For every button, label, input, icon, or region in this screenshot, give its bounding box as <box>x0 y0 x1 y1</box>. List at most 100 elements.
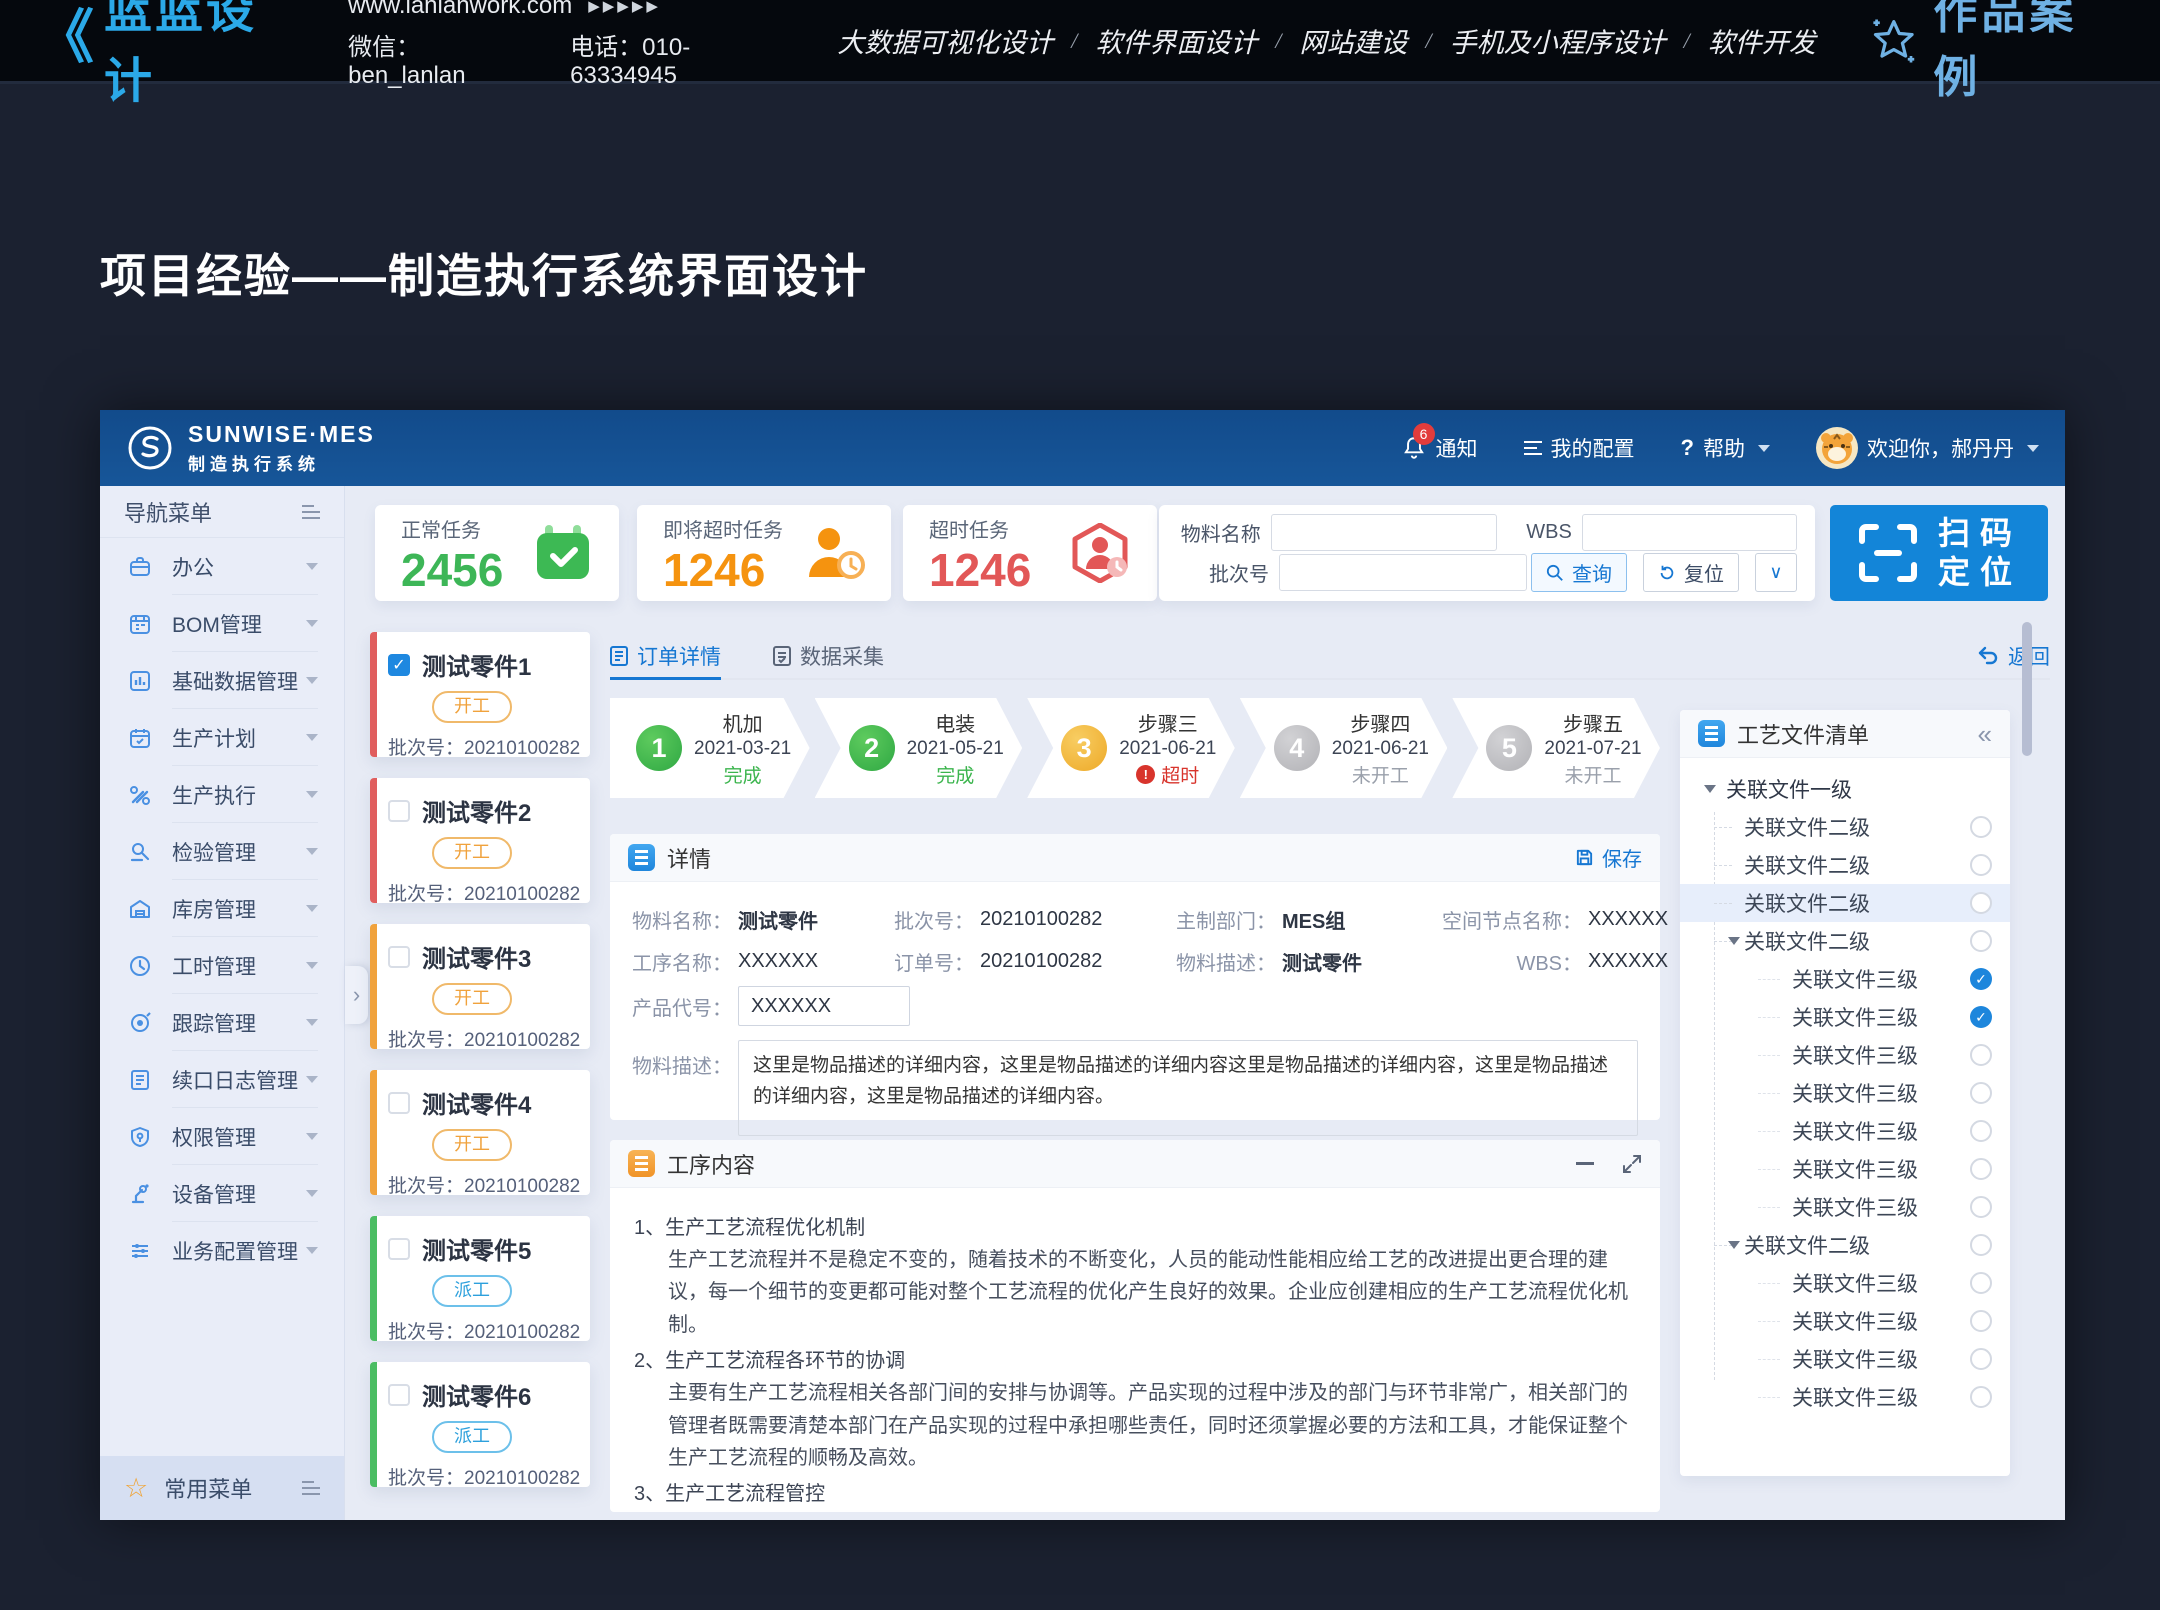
tree-node-level2-selected[interactable]: 关联文件二级 <box>1680 884 2010 922</box>
sidebar-item-warehouse[interactable]: 库房管理 <box>100 880 344 937</box>
part-card-6[interactable]: 测试零件6 派工 批次号：20210100282 <box>370 1362 590 1487</box>
radio-unchecked[interactable] <box>1970 930 1992 952</box>
nav-item-software-ui[interactable]: 软件界面设计 <box>1095 21 1257 60</box>
tree-node-level3[interactable]: 关联文件三级 <box>1680 1074 2010 1112</box>
reset-button[interactable]: 复位 <box>1643 553 1739 592</box>
tab-data-collect[interactable]: 数据采集 <box>773 634 884 678</box>
query-button[interactable]: 查询 <box>1531 553 1627 592</box>
sidebar-item-permissions[interactable]: 权限管理 <box>100 1108 344 1165</box>
radio-unchecked[interactable] <box>1970 816 1992 838</box>
nav-item-bigdata[interactable]: 大数据可视化设计 <box>837 21 1053 60</box>
material-desc-label: 物料描述： <box>632 1040 732 1136</box>
help-menu[interactable]: ? 帮助 <box>1681 433 1770 463</box>
nav-item-dev[interactable]: 软件开发 <box>1708 21 1816 60</box>
checkbox[interactable] <box>388 946 410 968</box>
radio-checked[interactable] <box>1970 1006 1992 1028</box>
radio-unchecked[interactable] <box>1970 854 1992 876</box>
wbs-input[interactable] <box>1582 514 1797 551</box>
expand-search-button[interactable]: ∨ <box>1755 553 1797 592</box>
tree-node-level3[interactable]: 关联文件三级 <box>1680 1340 2010 1378</box>
radio-unchecked[interactable] <box>1970 1120 1992 1142</box>
portfolio-link[interactable]: 作品案例 <box>1868 0 2124 105</box>
tab-order-detail[interactable]: 订单详情 <box>610 634 721 678</box>
tree-node-level1[interactable]: 关联文件一级 <box>1680 770 2010 808</box>
mes-logo[interactable]: SUNWISE·MES 制造执行系统 <box>126 421 375 475</box>
part-card-1[interactable]: 测试零件1 开工 批次号：20210100282 <box>370 632 590 757</box>
tree-node-level3[interactable]: 关联文件三级 <box>1680 1264 2010 1302</box>
sidebar-item-office[interactable]: 办公 <box>100 538 344 595</box>
part-card-4[interactable]: 测试零件4 开工 批次号：20210100282 <box>370 1070 590 1195</box>
caret-down-icon[interactable] <box>1704 785 1716 793</box>
brand-logo[interactable]: 《 蓝蓝设计 <box>36 0 306 111</box>
save-button[interactable]: 保存 <box>1575 843 1642 872</box>
tree-node-level3[interactable]: 关联文件三级 <box>1680 1188 2010 1226</box>
radio-unchecked[interactable] <box>1970 1044 1992 1066</box>
sidebar-item-equipment[interactable]: 设备管理 <box>100 1165 344 1222</box>
checkbox[interactable] <box>388 1092 410 1114</box>
tree-node-level2[interactable]: 关联文件二级 <box>1680 922 2010 960</box>
tree-node-level2[interactable]: 关联文件二级 <box>1680 1226 2010 1264</box>
caret-down-icon[interactable] <box>1728 1241 1740 1249</box>
sidebar-item-interface-log[interactable]: 续口日志管理 <box>100 1051 344 1108</box>
radio-unchecked[interactable] <box>1970 1196 1992 1218</box>
chevron-down-icon <box>2027 445 2039 452</box>
part-card-2[interactable]: 测试零件2 开工 批次号：20210100282 <box>370 778 590 903</box>
sidebar-item-base-data[interactable]: 基础数据管理 <box>100 652 344 709</box>
checkbox[interactable] <box>388 1238 410 1260</box>
radio-checked[interactable] <box>1970 968 1992 990</box>
sidebar-item-inspection[interactable]: 检验管理 <box>100 823 344 880</box>
stat-label: 即将超时任务 <box>663 514 783 543</box>
checkbox-checked[interactable] <box>388 654 410 676</box>
sidebar-item-production-plan[interactable]: 生产计划 <box>100 709 344 766</box>
nav-item-website[interactable]: 网站建设 <box>1300 21 1408 60</box>
minimize-icon[interactable] <box>1576 1162 1594 1165</box>
content-tabs: 订单详情 数据采集 返回 <box>610 634 2050 680</box>
expand-icon[interactable] <box>1622 1154 1642 1174</box>
checkbox[interactable] <box>388 800 410 822</box>
field-value: 测试零件 <box>1282 947 1362 976</box>
radio-unchecked[interactable] <box>1970 1310 1992 1332</box>
back-button[interactable]: 返回 <box>1977 641 2050 671</box>
tree-node-level2[interactable]: 关联文件二级 <box>1680 808 2010 846</box>
my-config-button[interactable]: 我的配置 <box>1524 433 1635 463</box>
sidebar-item-business-config[interactable]: 业务配置管理 <box>100 1222 344 1279</box>
radio-unchecked[interactable] <box>1970 1082 1992 1104</box>
radio-unchecked[interactable] <box>1970 1348 1992 1370</box>
scan-locate-button[interactable]: 扫码 定位 <box>1830 505 2048 601</box>
tree-node-level2[interactable]: 关联文件二级 <box>1680 846 2010 884</box>
tree-node-level3[interactable]: 关联文件三级 <box>1680 1036 2010 1074</box>
radio-unchecked[interactable] <box>1970 892 1992 914</box>
nav-item-mobile[interactable]: 手机及小程序设计 <box>1450 21 1666 60</box>
sidebar-collapse-handle[interactable]: › <box>345 966 368 1024</box>
part-card-3[interactable]: 测试零件3 开工 批次号：20210100282 <box>370 924 590 1049</box>
sidebar-item-production-exec[interactable]: 生产执行 <box>100 766 344 823</box>
radio-unchecked[interactable] <box>1970 1158 1992 1180</box>
user-menu[interactable]: 欢迎你，郝丹丹 <box>1816 427 2039 469</box>
tree-node-level3[interactable]: 关联文件三级 <box>1680 1150 2010 1188</box>
tree-node-level3[interactable]: 关联文件三级 <box>1680 1302 2010 1340</box>
tree-node-level3[interactable]: 关联文件三级 <box>1680 1378 2010 1416</box>
checkbox[interactable] <box>388 1384 410 1406</box>
radio-unchecked[interactable] <box>1970 1386 1992 1408</box>
radio-unchecked[interactable] <box>1970 1234 1992 1256</box>
sidebar-item-work-hours[interactable]: 工时管理 <box>100 937 344 994</box>
batch-no-input[interactable] <box>1279 554 1527 591</box>
chevron-down-icon <box>306 734 318 741</box>
vertical-scrollbar[interactable] <box>2022 622 2032 756</box>
radio-unchecked[interactable] <box>1970 1272 1992 1294</box>
sidebar-item-bom[interactable]: BOM管理 <box>100 595 344 652</box>
tree-node-level3[interactable]: 关联文件三级 <box>1680 960 2010 998</box>
product-code-input[interactable]: XXXXXX <box>738 986 910 1026</box>
website-url[interactable]: www.lanlanwork.com <box>348 0 572 20</box>
material-name-input[interactable] <box>1271 514 1497 551</box>
collapse-panel-icon[interactable]: « <box>1978 721 1992 747</box>
sidebar-item-tracking[interactable]: 跟踪管理 <box>100 994 344 1051</box>
sidebar-footer-common-menu[interactable]: ☆ 常用菜单 <box>100 1456 344 1520</box>
notifications-button[interactable]: 6 通知 <box>1401 433 1478 463</box>
caret-down-icon[interactable] <box>1728 937 1740 945</box>
part-card-5[interactable]: 测试零件5 派工 批次号：20210100282 <box>370 1216 590 1341</box>
tree-node-level3[interactable]: 关联文件三级 <box>1680 998 2010 1036</box>
material-desc-textarea[interactable]: 这里是物品描述的详细内容，这里是物品描述的详细内容这里是物品描述的详细内容，这里… <box>738 1040 1638 1136</box>
collapse-menu-icon[interactable] <box>302 505 320 519</box>
tree-node-level3[interactable]: 关联文件三级 <box>1680 1112 2010 1150</box>
